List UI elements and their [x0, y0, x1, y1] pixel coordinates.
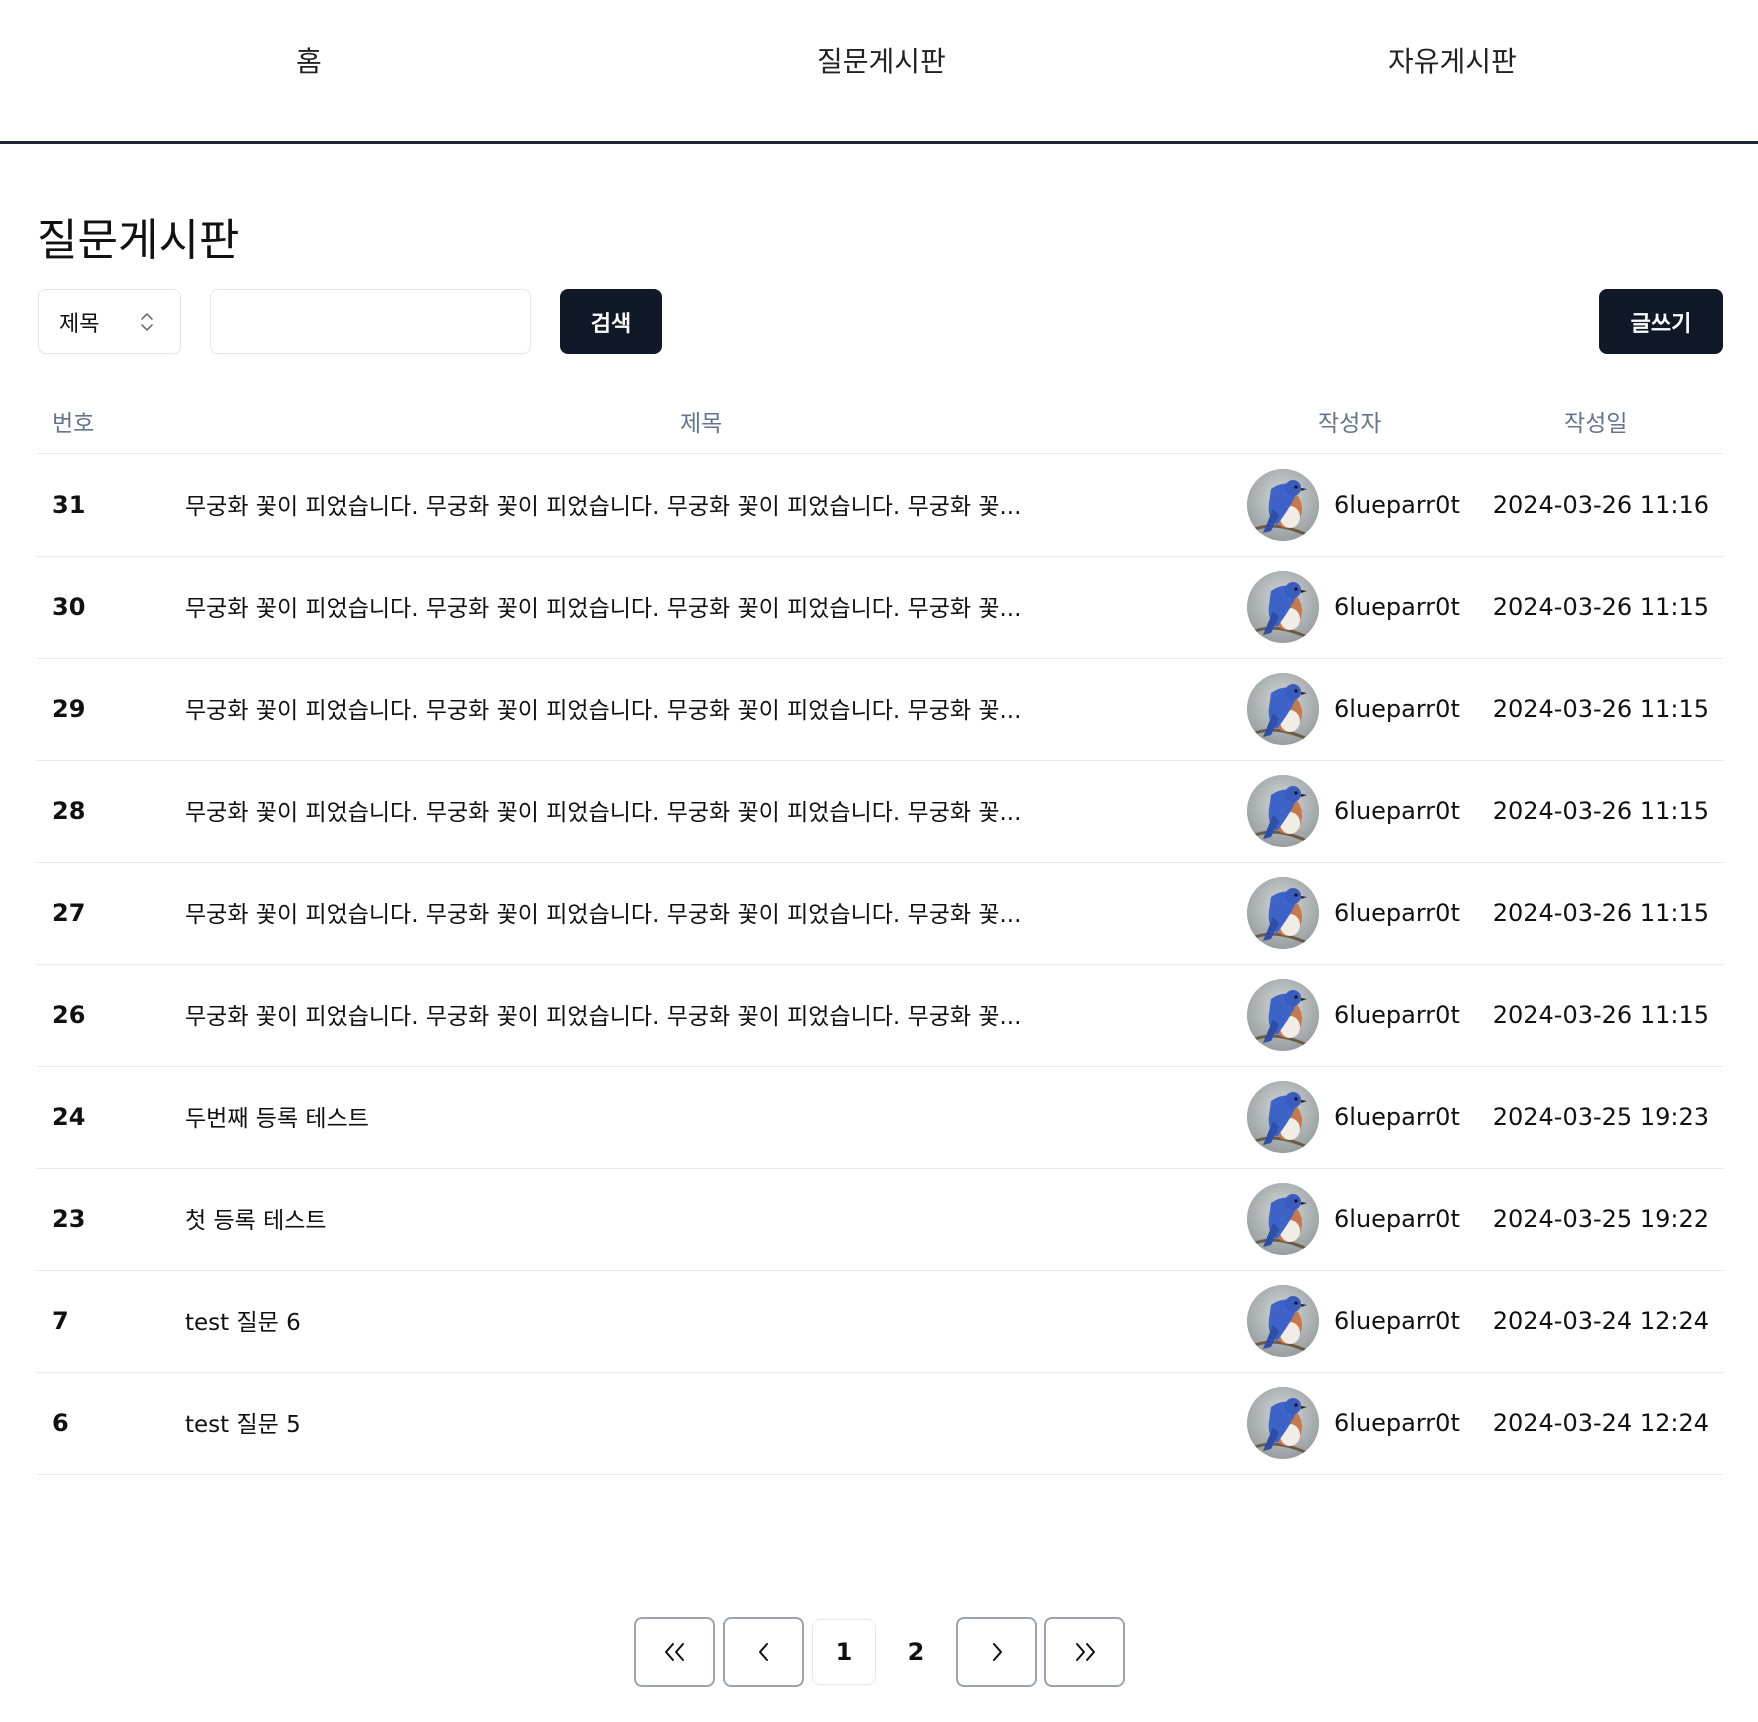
post-date: 2024-03-26 11:15	[1492, 695, 1709, 723]
post-author: 6lueparr0t	[1334, 491, 1460, 519]
author-avatar	[1247, 877, 1319, 949]
table-row[interactable]: 24 두번째 등록 테스트 6lueparr0t 2024-03-25 19:2…	[37, 1067, 1723, 1169]
header-num: 번호	[52, 411, 95, 437]
table-row[interactable]: 30 무궁화 꽃이 피었습니다. 무궁화 꽃이 피었습니다. 무궁화 꽃이 피었…	[37, 557, 1723, 659]
author-avatar	[1247, 979, 1319, 1051]
post-title-link[interactable]: 두번째 등록 테스트	[185, 1099, 1085, 1133]
post-title-link[interactable]: test 질문 5	[185, 1405, 1085, 1439]
first-page-button[interactable]	[634, 1617, 715, 1687]
post-author: 6lueparr0t	[1334, 1001, 1460, 1029]
chevron-left-icon	[758, 1643, 768, 1661]
post-title-link[interactable]: 무궁화 꽃이 피었습니다. 무궁화 꽃이 피었습니다. 무궁화 꽃이 피었습니다…	[185, 793, 1085, 827]
post-list: 31 무궁화 꽃이 피었습니다. 무궁화 꽃이 피었습니다. 무궁화 꽃이 피었…	[37, 455, 1723, 1475]
table-header: 번호 제목 작성자 작성일	[37, 390, 1723, 454]
post-number: 6	[52, 1409, 69, 1437]
chevron-right-icon	[992, 1643, 1002, 1661]
prev-page-button[interactable]	[723, 1617, 804, 1687]
post-number: 27	[52, 899, 86, 927]
nav-free-board[interactable]: 자유게시판	[1388, 40, 1517, 80]
table-row[interactable]: 26 무궁화 꽃이 피었습니다. 무궁화 꽃이 피었습니다. 무궁화 꽃이 피었…	[37, 965, 1723, 1067]
post-author: 6lueparr0t	[1334, 593, 1460, 621]
header-author: 작성자	[1318, 411, 1382, 437]
post-date: 2024-03-26 11:15	[1492, 593, 1709, 621]
post-title-link[interactable]: 무궁화 꽃이 피었습니다. 무궁화 꽃이 피었습니다. 무궁화 꽃이 피었습니다…	[185, 487, 1085, 521]
post-title-link[interactable]: 무궁화 꽃이 피었습니다. 무궁화 꽃이 피었습니다. 무궁화 꽃이 피었습니다…	[185, 589, 1085, 623]
search-filter-value: 제목	[59, 311, 100, 337]
post-author: 6lueparr0t	[1334, 1205, 1460, 1233]
chevron-up-down-icon	[141, 313, 153, 331]
post-date: 2024-03-26 11:15	[1492, 1001, 1709, 1029]
post-author: 6lueparr0t	[1334, 797, 1460, 825]
author-avatar	[1247, 673, 1319, 745]
author-avatar	[1247, 1387, 1319, 1459]
post-title-link[interactable]: 첫 등록 테스트	[185, 1201, 1085, 1235]
write-button[interactable]: 글쓰기	[1599, 289, 1723, 354]
last-page-button[interactable]	[1044, 1617, 1125, 1687]
table-row[interactable]: 31 무궁화 꽃이 피었습니다. 무궁화 꽃이 피었습니다. 무궁화 꽃이 피었…	[37, 455, 1723, 557]
double-chevron-right-icon	[1075, 1643, 1095, 1661]
post-author: 6lueparr0t	[1334, 1103, 1460, 1131]
page-2-button[interactable]: 2	[884, 1619, 948, 1685]
author-avatar	[1247, 1081, 1319, 1153]
post-author: 6lueparr0t	[1334, 899, 1460, 927]
nav-qna-board[interactable]: 질문게시판	[817, 40, 946, 80]
search-input[interactable]	[210, 289, 531, 354]
double-chevron-left-icon	[664, 1643, 684, 1661]
post-number: 30	[52, 593, 86, 621]
author-avatar	[1247, 775, 1319, 847]
post-date: 2024-03-25 19:23	[1492, 1103, 1709, 1131]
post-number: 24	[52, 1103, 86, 1131]
author-avatar	[1247, 469, 1319, 541]
post-date: 2024-03-24 12:24	[1492, 1409, 1709, 1437]
next-page-button[interactable]	[956, 1617, 1037, 1687]
post-author: 6lueparr0t	[1334, 1409, 1460, 1437]
author-avatar	[1247, 1285, 1319, 1357]
post-number: 7	[52, 1307, 69, 1335]
post-number: 23	[52, 1205, 86, 1233]
post-title-link[interactable]: test 질문 6	[185, 1303, 1085, 1337]
search-filter-select[interactable]: 제목	[38, 289, 181, 354]
table-row[interactable]: 23 첫 등록 테스트 6lueparr0t 2024-03-25 19:22	[37, 1169, 1723, 1271]
nav-home[interactable]: 홈	[296, 40, 322, 80]
post-date: 2024-03-26 11:15	[1492, 797, 1709, 825]
header-title: 제목	[680, 411, 723, 437]
header-date: 작성일	[1564, 411, 1628, 437]
search-button[interactable]: 검색	[560, 289, 662, 354]
top-nav: 홈 질문게시판 자유게시판	[0, 0, 1758, 144]
post-date: 2024-03-26 11:16	[1492, 491, 1709, 519]
page-1-button[interactable]: 1	[812, 1619, 876, 1685]
post-author: 6lueparr0t	[1334, 695, 1460, 723]
table-row[interactable]: 7 test 질문 6 6lueparr0t 2024-03-24 12:24	[37, 1271, 1723, 1373]
post-number: 31	[52, 491, 86, 519]
table-row[interactable]: 28 무궁화 꽃이 피었습니다. 무궁화 꽃이 피었습니다. 무궁화 꽃이 피었…	[37, 761, 1723, 863]
post-title-link[interactable]: 무궁화 꽃이 피었습니다. 무궁화 꽃이 피었습니다. 무궁화 꽃이 피었습니다…	[185, 997, 1085, 1031]
post-title-link[interactable]: 무궁화 꽃이 피었습니다. 무궁화 꽃이 피었습니다. 무궁화 꽃이 피었습니다…	[185, 691, 1085, 725]
post-author: 6lueparr0t	[1334, 1307, 1460, 1335]
post-date: 2024-03-24 12:24	[1492, 1307, 1709, 1335]
post-title-link[interactable]: 무궁화 꽃이 피었습니다. 무궁화 꽃이 피었습니다. 무궁화 꽃이 피었습니다…	[185, 895, 1085, 929]
post-number: 26	[52, 1001, 86, 1029]
post-date: 2024-03-25 19:22	[1492, 1205, 1709, 1233]
page-title: 질문게시판	[37, 215, 240, 266]
table-row[interactable]: 6 test 질문 5 6lueparr0t 2024-03-24 12:24	[37, 1373, 1723, 1475]
table-row[interactable]: 29 무궁화 꽃이 피었습니다. 무궁화 꽃이 피었습니다. 무궁화 꽃이 피었…	[37, 659, 1723, 761]
post-number: 29	[52, 695, 86, 723]
post-date: 2024-03-26 11:15	[1492, 899, 1709, 927]
table-row[interactable]: 27 무궁화 꽃이 피었습니다. 무궁화 꽃이 피었습니다. 무궁화 꽃이 피었…	[37, 863, 1723, 965]
author-avatar	[1247, 1183, 1319, 1255]
post-number: 28	[52, 797, 86, 825]
author-avatar	[1247, 571, 1319, 643]
